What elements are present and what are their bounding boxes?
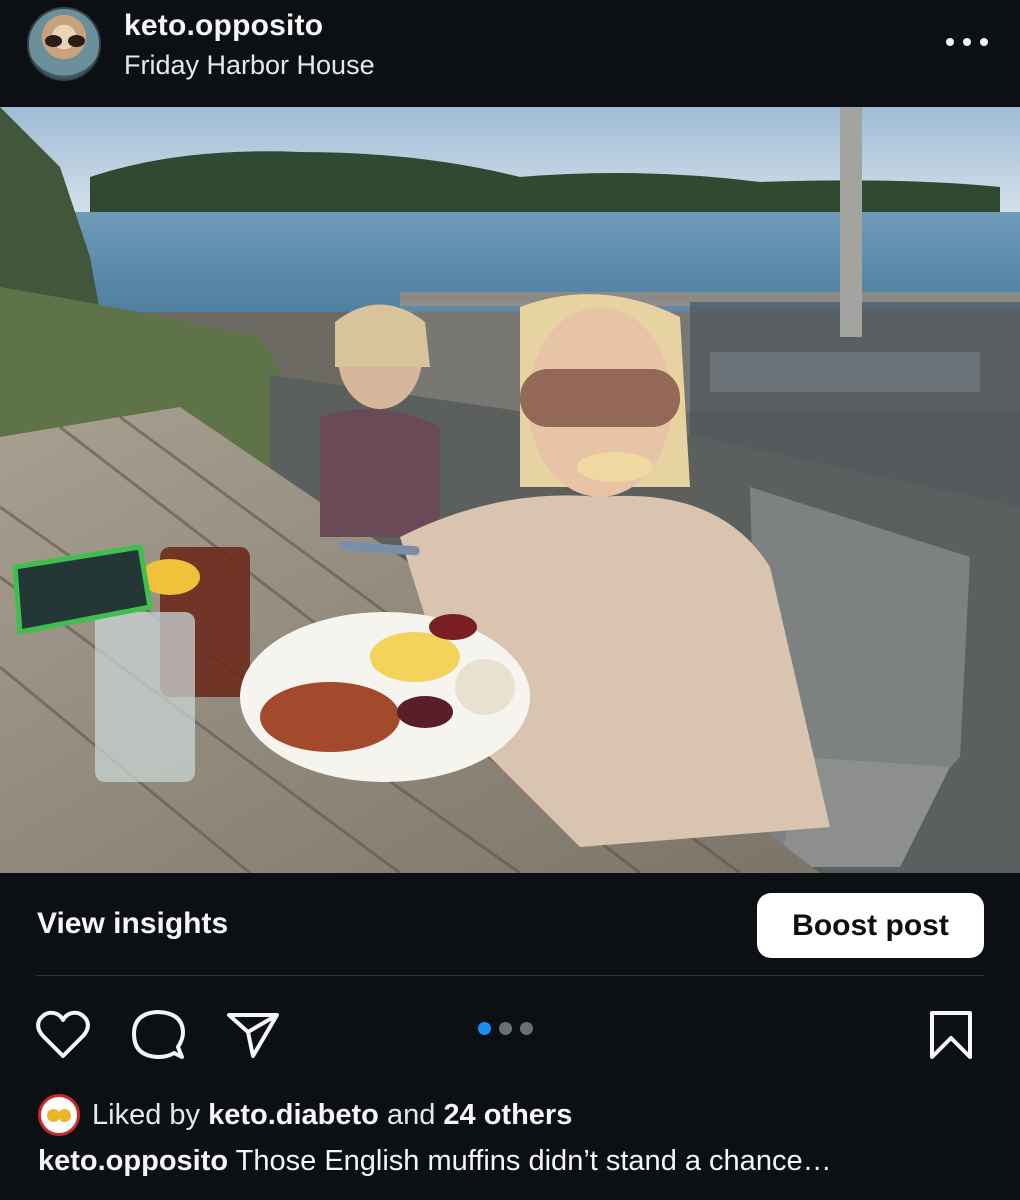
post-caption[interactable]: keto.opposito Those English muffins didn…	[38, 1145, 988, 1178]
liked-by-username[interactable]: keto.diabeto	[208, 1099, 379, 1132]
carousel-dot	[499, 1022, 512, 1035]
boost-post-button[interactable]: Boost post	[757, 893, 984, 958]
caption-username[interactable]: keto.opposito	[38, 1145, 228, 1177]
share-icon[interactable]	[226, 1011, 280, 1059]
post-username[interactable]: keto.opposito	[124, 9, 323, 43]
caption-text: Those English muffins didn’t stand a cha…	[235, 1145, 832, 1177]
liker-avatar	[38, 1094, 80, 1136]
post-location[interactable]: Friday Harbor House	[124, 50, 375, 81]
carousel-dot	[520, 1022, 533, 1035]
post-header: keto.opposito Friday Harbor House	[0, 0, 1020, 107]
view-insights-link[interactable]: View insights	[37, 907, 228, 941]
post-photo[interactable]	[0, 107, 1020, 873]
comment-icon[interactable]	[131, 1009, 185, 1061]
carousel-indicator	[478, 1022, 533, 1035]
ellipsis-icon[interactable]	[946, 30, 988, 54]
carousel-dot-active	[478, 1022, 491, 1035]
heart-icon[interactable]	[35, 1010, 91, 1060]
likes-prefix: Liked by	[92, 1098, 201, 1131]
profile-avatar[interactable]	[27, 7, 101, 81]
likes-conjunction: and	[386, 1098, 436, 1131]
divider	[36, 975, 984, 976]
likes-others-count[interactable]: 24 others	[443, 1099, 572, 1132]
photo-scene-illustration	[0, 107, 1020, 873]
bookmark-icon[interactable]	[928, 1010, 974, 1060]
likes-summary[interactable]: Liked by keto.diabeto and 24 others	[38, 1094, 572, 1136]
